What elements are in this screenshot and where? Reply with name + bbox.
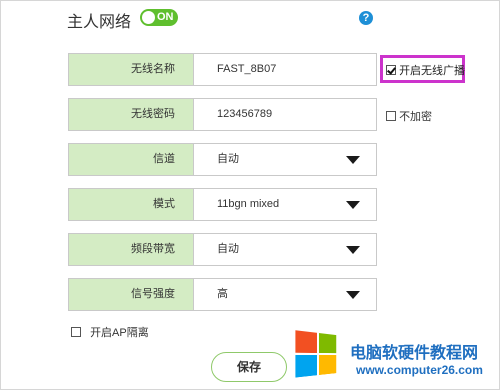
signal-strength-label: 信号强度 xyxy=(69,279,194,310)
no-encrypt-option[interactable]: 不加密 xyxy=(386,108,432,124)
channel-label: 信道 xyxy=(69,144,194,175)
password-label: 无线密码 xyxy=(69,99,194,130)
ap-isolation-checkbox[interactable] xyxy=(71,327,81,337)
watermark-title: 电脑软硬件教程网 xyxy=(350,345,479,362)
network-toggle[interactable]: ON xyxy=(140,9,178,26)
no-encrypt-label: 不加密 xyxy=(399,111,433,123)
channel-select[interactable]: 信道 自动 xyxy=(68,143,377,176)
mode-label: 模式 xyxy=(69,189,194,220)
page-title: 主人网络 xyxy=(67,14,132,31)
chevron-down-icon[interactable] xyxy=(346,246,360,254)
windows-logo-icon xyxy=(295,330,337,380)
ssid-input[interactable]: FAST_8B07 xyxy=(217,54,276,85)
save-button[interactable]: 保存 xyxy=(211,352,287,382)
signal-strength-value: 高 xyxy=(217,288,228,300)
ap-isolation-label: 开启AP隔离 xyxy=(90,327,149,339)
watermark-url: www.computer26.com xyxy=(356,363,483,377)
mode-select[interactable]: 模式 11bgn mixed xyxy=(68,188,377,221)
password-input[interactable]: 123456789 xyxy=(217,99,272,130)
ssid-label: 无线名称 xyxy=(69,54,194,85)
mode-value: 11bgn mixed xyxy=(217,198,280,210)
chevron-down-icon[interactable] xyxy=(346,156,360,164)
broadcast-option[interactable]: 开启无线广播 xyxy=(386,62,465,78)
toggle-knob xyxy=(142,11,155,24)
broadcast-checkbox[interactable] xyxy=(386,65,396,75)
channel-value: 自动 xyxy=(217,153,239,165)
no-encrypt-checkbox[interactable] xyxy=(386,111,396,121)
bandwidth-select[interactable]: 频段带宽 自动 xyxy=(68,233,377,266)
broadcast-label: 开启无线广播 xyxy=(399,65,466,77)
help-icon[interactable]: ? xyxy=(359,11,373,25)
toggle-label: ON xyxy=(157,11,174,23)
ssid-row: 无线名称 FAST_8B07 xyxy=(68,53,377,86)
chevron-down-icon[interactable] xyxy=(346,291,360,299)
signal-strength-select[interactable]: 信号强度 高 xyxy=(68,278,377,311)
chevron-down-icon[interactable] xyxy=(346,201,360,209)
ap-isolation-option[interactable]: 开启AP隔离 xyxy=(71,324,149,340)
password-row: 无线密码 123456789 xyxy=(68,98,377,131)
bandwidth-value: 自动 xyxy=(217,243,239,255)
bandwidth-label: 频段带宽 xyxy=(69,234,194,265)
